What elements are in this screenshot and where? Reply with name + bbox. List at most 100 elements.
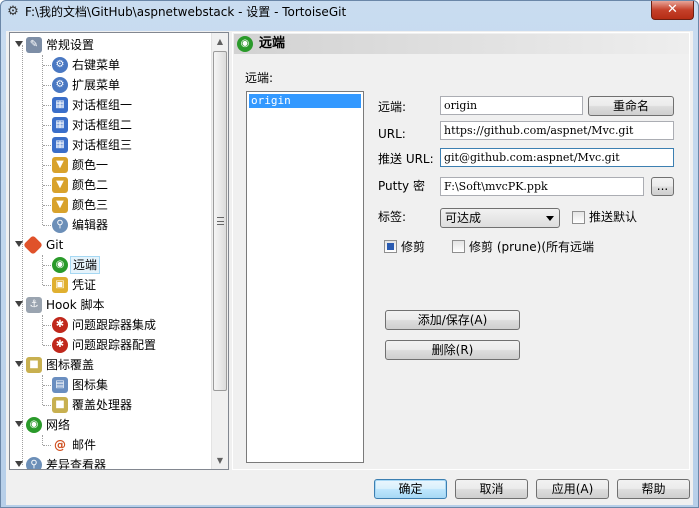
tree-guide-line (43, 105, 51, 106)
tree-item-label: Git (46, 238, 64, 252)
tree-item-issue-tracker-integration[interactable]: ✱ 问题跟踪器集成 (10, 315, 210, 335)
tree-item-dialogs-3[interactable]: ▦ 对话框组三 (10, 135, 210, 155)
settings-window: ⚙ F:\我的文档\GitHub\aspnetwebstack - 设置 - T… (0, 0, 699, 508)
expand-arrow-icon[interactable] (15, 361, 23, 367)
tree-item-overlay-handlers[interactable]: ■ 覆盖处理器 (10, 395, 210, 415)
ok-button[interactable]: 确定 (374, 479, 447, 499)
expand-arrow-icon[interactable] (15, 241, 23, 247)
magnifier-icon: ⚲ (26, 457, 42, 469)
expand-arrow-icon[interactable] (15, 301, 23, 307)
scroll-down-icon[interactable]: ▼ (212, 452, 228, 469)
delete-button[interactable]: 删除(R) (385, 340, 520, 360)
tree-item-colors-1[interactable]: ▼ 颜色一 (10, 155, 210, 175)
url-input[interactable]: https://github.com/aspnet/Mvc.git (440, 121, 674, 140)
tree-item-label: 问题跟踪器集成 (72, 318, 157, 332)
settings-tree: ✎ 常规设置 ⚙ 右键菜单 ⚙ 扩展菜单 ▦ 对话框组一 ▦ 对话框组二 ▦ 对… (9, 32, 229, 470)
scroll-thumb[interactable] (213, 51, 227, 391)
cancel-button[interactable]: 取消 (455, 479, 528, 499)
remote-name-input[interactable]: origin (440, 96, 583, 115)
tree-guide-line (43, 225, 51, 226)
push-default-checkbox[interactable] (572, 211, 585, 224)
add-save-button[interactable]: 添加/保存(A) (385, 310, 520, 330)
tree-item-diff-viewer[interactable]: ⚲ 差异查看器 (10, 455, 210, 469)
tree-guide-line (43, 185, 51, 186)
rename-button[interactable]: 重命名 (588, 96, 674, 116)
tree-item-hook-scripts[interactable]: ⚓ Hook 脚本 (10, 295, 210, 315)
putty-key-label: Putty 密 (378, 179, 425, 193)
tree-guide-line (43, 285, 51, 286)
grip-icon (217, 217, 224, 225)
tags-select[interactable]: 可达成 (440, 208, 560, 228)
bug-icon: ✱ (52, 317, 68, 333)
tree-item-label: 扩展菜单 (72, 78, 121, 92)
prune-all-label: 修剪 (prune)(所有远端 (469, 240, 595, 254)
tree-item-issue-tracker-config[interactable]: ✱ 问题跟踪器配置 (10, 335, 210, 355)
tree-item-icon-overlays[interactable]: ■ 图标覆盖 (10, 355, 210, 375)
tree-guide-line (43, 405, 51, 406)
remotes-list[interactable]: origin (246, 91, 364, 463)
tree-item-label: 对话框组二 (72, 118, 133, 132)
scroll-up-icon[interactable]: ▲ (212, 33, 228, 50)
tree-item-label: 覆盖处理器 (72, 398, 133, 412)
dialog-button-bar: 确定 取消 应用(A) 帮助 (6, 471, 693, 505)
close-button[interactable]: ✕ (651, 1, 694, 20)
tree-item-label: 右键菜单 (72, 58, 121, 72)
expand-arrow-icon[interactable] (15, 421, 23, 427)
expand-arrow-icon[interactable] (15, 461, 23, 467)
list-item[interactable]: origin (249, 94, 361, 108)
tree-item-label: Hook 脚本 (46, 298, 105, 312)
chevron-down-icon (546, 216, 554, 221)
tree-item-editor[interactable]: ⚲ 编辑器 (10, 215, 210, 235)
tree-item-remote[interactable]: ◉ 远端 (10, 255, 210, 275)
tree-item-label: 对话框组三 (72, 138, 133, 152)
prune-all-checkbox[interactable] (452, 240, 465, 253)
tree-item-extended-menu[interactable]: ⚙ 扩展菜单 (10, 75, 210, 95)
tree-item-label: 图标集 (72, 378, 109, 392)
tree-item-network[interactable]: ◉ 网络 (10, 415, 210, 435)
tree-guide-line (43, 345, 51, 346)
tree-item-git[interactable]: Git (10, 235, 210, 255)
tree-guide-line (43, 265, 51, 266)
tree-item-email[interactable]: @ 邮件 (10, 435, 210, 455)
tree-guide-line (43, 145, 51, 146)
tree-item-dialogs-2[interactable]: ▦ 对话框组二 (10, 115, 210, 135)
tree-guide-line (43, 385, 51, 386)
push-url-input[interactable]: git@github.com:aspnet/Mvc.git (440, 148, 674, 167)
lock-icon: ▣ (52, 277, 68, 293)
tree-item-label: 图标覆盖 (46, 358, 95, 372)
tree-item-label: 颜色三 (72, 198, 109, 212)
tree-item-dialogs-1[interactable]: ▦ 对话框组一 (10, 95, 210, 115)
apply-button[interactable]: 应用(A) (536, 479, 609, 499)
globe-icon: ◉ (52, 257, 68, 273)
url-label: URL: (378, 127, 406, 141)
tree-item-colors-2[interactable]: ▼ 颜色二 (10, 175, 210, 195)
bug-icon: ✱ (52, 337, 68, 353)
tree-item-label: 凭证 (72, 278, 97, 292)
tree-item-label: 颜色一 (72, 158, 109, 172)
tree-scrollbar[interactable]: ▲ ▼ (211, 33, 228, 469)
wrench-icon: ✎ (26, 37, 42, 53)
prune-checkbox[interactable] (384, 240, 397, 253)
tree-item-label: 问题跟踪器配置 (72, 338, 157, 352)
globe-icon: ◉ (237, 36, 253, 52)
palette-icon: ▼ (52, 177, 68, 193)
tree-item-icon-set[interactable]: ▤ 图标集 (10, 375, 210, 395)
windows-icon: ▦ (52, 117, 68, 133)
tree-item-credentials[interactable]: ▣ 凭证 (10, 275, 210, 295)
windows-icon: ▦ (52, 137, 68, 153)
tags-select-value: 可达成 (445, 211, 482, 225)
title-bar: ⚙ F:\我的文档\GitHub\aspnetwebstack - 设置 - T… (1, 1, 698, 23)
panel-header: ◉ 远端 (234, 34, 689, 54)
tree-item-general[interactable]: ✎ 常规设置 (10, 35, 210, 55)
tree-guide-line (43, 165, 51, 166)
help-button[interactable]: 帮助 (617, 479, 690, 499)
tree-item-colors-3[interactable]: ▼ 颜色三 (10, 195, 210, 215)
tags-label: 标签: (378, 210, 407, 224)
putty-key-input[interactable]: F:\Soft\mvcPK.ppk (440, 177, 644, 196)
tree-item-context-menu[interactable]: ⚙ 右键菜单 (10, 55, 210, 75)
browse-button[interactable]: ... (651, 177, 674, 196)
expand-arrow-icon[interactable] (15, 41, 23, 47)
hook-icon: ⚓ (26, 297, 42, 313)
tree-item-label: 远端 (70, 256, 101, 274)
globe-icon: ◉ (26, 417, 42, 433)
